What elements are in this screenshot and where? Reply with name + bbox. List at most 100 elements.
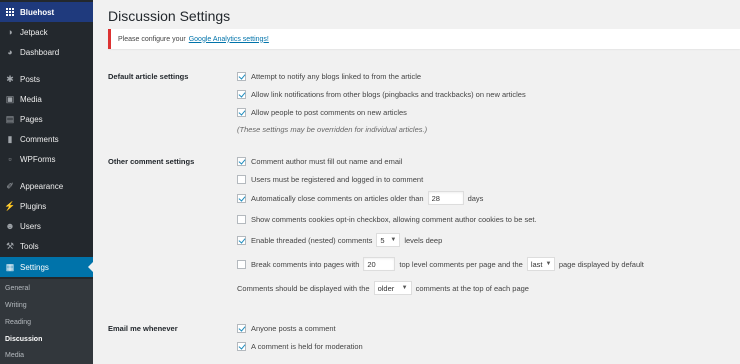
pin-icon: ✱ bbox=[6, 74, 14, 84]
submenu-item-media[interactable]: Media bbox=[5, 352, 24, 359]
registered-option[interactable]: Users must be registered and logged in t… bbox=[237, 173, 423, 185]
submenu-item-writing[interactable]: Writing bbox=[5, 302, 27, 309]
option-label: Attempt to notify any blogs linked to fr… bbox=[251, 71, 422, 81]
option-label: Enable threaded (nested) comments bbox=[251, 235, 373, 245]
held-moderation-option[interactable]: A comment is held for moderation bbox=[237, 340, 363, 352]
option-label: Comments should be displayed with the bbox=[237, 283, 370, 293]
other-comment-settings-label: Other comment settings bbox=[108, 157, 195, 166]
jetpack-icon: ◑ bbox=[7, 27, 13, 37]
chevron-down-icon: ▼ bbox=[545, 261, 552, 267]
held-moderation-checkbox[interactable] bbox=[237, 341, 246, 351]
sidebar-item-label: WPForms bbox=[20, 154, 56, 164]
author-info-checkbox[interactable] bbox=[237, 156, 246, 166]
option-label: Anyone posts a comment bbox=[251, 323, 336, 333]
option-label: page displayed by default bbox=[558, 259, 644, 269]
dashboard-icon: ◕ bbox=[7, 47, 13, 57]
notify-blogs-option[interactable]: Attempt to notify any blogs linked to fr… bbox=[237, 70, 421, 82]
thread-depth-select[interactable]: 5 ▼ bbox=[376, 233, 401, 247]
option-label: Show comments cookies opt-in checkbox, a… bbox=[251, 214, 537, 224]
pages-icon: ▤ bbox=[5, 114, 15, 124]
sidebar-item-label: Media bbox=[20, 94, 42, 104]
submenu-item-general[interactable]: General bbox=[5, 285, 30, 292]
auto-close-option[interactable]: Automatically close comments on articles… bbox=[237, 191, 484, 205]
settings-submenu: General Writing Reading Discussion Media bbox=[0, 279, 93, 364]
select-value: 5 bbox=[380, 235, 385, 245]
admin-sidebar: Bluehost ◑ Jetpack ◕ Dashboard ✱ Posts ▣… bbox=[0, 0, 93, 364]
pingbacks-checkbox[interactable] bbox=[237, 89, 246, 99]
media-icon: ▣ bbox=[5, 94, 15, 104]
default-page-select[interactable]: last ▼ bbox=[526, 257, 555, 271]
option-label: top level comments per page and the bbox=[399, 259, 523, 269]
chevron-down-icon: ▼ bbox=[390, 237, 397, 243]
sidebar-item-label: Settings bbox=[20, 262, 49, 272]
paged-checkbox[interactable] bbox=[237, 259, 246, 269]
users-icon: ☻ bbox=[5, 221, 15, 231]
sidebar-item-pages[interactable]: ▤ Pages bbox=[0, 109, 93, 129]
sidebar-item-label: Posts bbox=[20, 74, 41, 84]
sidebar-item-label: Users bbox=[20, 221, 41, 231]
sidebar-item-media[interactable]: ▣ Media bbox=[0, 89, 93, 109]
notify-blogs-checkbox[interactable] bbox=[237, 71, 246, 81]
author-info-option[interactable]: Comment author must fill out name and em… bbox=[237, 155, 402, 167]
sidebar-item-label: Comments bbox=[20, 134, 59, 144]
threaded-checkbox[interactable] bbox=[237, 235, 246, 245]
sidebar-item-label: Appearance bbox=[20, 181, 64, 191]
sidebar-item-jetpack[interactable]: ◑ Jetpack bbox=[0, 22, 93, 42]
comments-icon: ▮ bbox=[7, 134, 13, 144]
comments-per-page-input[interactable]: 20 bbox=[363, 257, 396, 271]
sidebar-item-label: Jetpack bbox=[20, 27, 48, 37]
sidebar-item-posts[interactable]: ✱ Posts bbox=[0, 69, 93, 89]
submenu-item-discussion[interactable]: Discussion bbox=[5, 336, 42, 343]
analytics-settings-link[interactable]: Google Analytics settings! bbox=[189, 36, 269, 43]
select-value: older bbox=[377, 283, 395, 293]
registered-checkbox[interactable] bbox=[237, 174, 246, 184]
option-label: Comment author must fill out name and em… bbox=[251, 156, 403, 166]
sidebar-item-label: Tools bbox=[20, 241, 39, 251]
allow-comments-checkbox[interactable] bbox=[237, 107, 246, 117]
option-label: A comment is held for moderation bbox=[251, 341, 363, 351]
option-label: comments at the top of each page bbox=[415, 283, 529, 293]
comment-order-select[interactable]: older ▼ bbox=[373, 281, 412, 295]
close-days-input[interactable]: 28 bbox=[427, 191, 464, 205]
cookies-option[interactable]: Show comments cookies opt-in checkbox, a… bbox=[237, 213, 537, 225]
allow-comments-option[interactable]: Allow people to post comments on new art… bbox=[237, 106, 407, 118]
sidebar-item-settings[interactable]: ▦ Settings bbox=[0, 257, 93, 277]
sidebar-item-label: Bluehost bbox=[20, 7, 55, 17]
sidebar-item-comments[interactable]: ▮ Comments bbox=[0, 129, 93, 149]
plugin-icon: ⚡ bbox=[4, 201, 16, 211]
analytics-notice: Please configure your Google Analytics s… bbox=[108, 29, 740, 49]
override-note: (These settings may be overridden for in… bbox=[237, 125, 428, 134]
wpforms-icon: ▫ bbox=[8, 154, 12, 164]
settings-icon: ▦ bbox=[5, 262, 15, 272]
option-label: Automatically close comments on articles… bbox=[251, 193, 424, 203]
sidebar-item-dashboard[interactable]: ◕ Dashboard bbox=[0, 42, 93, 62]
sidebar-item-label: Pages bbox=[20, 114, 43, 124]
cookies-checkbox[interactable] bbox=[237, 214, 246, 224]
submenu-item-reading[interactable]: Reading bbox=[5, 319, 31, 326]
pingbacks-option[interactable]: Allow link notifications from other blog… bbox=[237, 88, 526, 100]
sidebar-item-appearance[interactable]: ✐ Appearance bbox=[0, 176, 93, 196]
anyone-posts-checkbox[interactable] bbox=[237, 323, 246, 333]
paged-option[interactable]: Break comments into pages with 20 top le… bbox=[237, 257, 644, 271]
option-label: days bbox=[467, 193, 484, 203]
default-article-settings-label: Default article settings bbox=[108, 72, 189, 81]
page-title: Discussion Settings bbox=[108, 8, 231, 24]
sidebar-item-users[interactable]: ☻ Users bbox=[0, 216, 93, 236]
sidebar-item-label: Plugins bbox=[20, 201, 47, 211]
sidebar-item-wpforms[interactable]: ▫ WPForms bbox=[0, 149, 93, 169]
sidebar-item-label: Dashboard bbox=[20, 47, 60, 57]
auto-close-checkbox[interactable] bbox=[237, 193, 246, 203]
option-label: Break comments into pages with bbox=[251, 259, 360, 269]
sidebar-item-bluehost[interactable]: Bluehost bbox=[0, 2, 93, 22]
email-me-label: Email me whenever bbox=[108, 324, 178, 333]
chevron-down-icon: ▼ bbox=[401, 285, 408, 291]
option-label: levels deep bbox=[404, 235, 443, 245]
select-value: last bbox=[530, 259, 543, 269]
option-label: Allow link notifications from other blog… bbox=[251, 89, 526, 99]
sidebar-item-tools[interactable]: ⚒ Tools bbox=[0, 236, 93, 256]
anyone-posts-option[interactable]: Anyone posts a comment bbox=[237, 322, 336, 334]
threaded-option[interactable]: Enable threaded (nested) comments 5 ▼ le… bbox=[237, 233, 443, 247]
wrench-icon: ⚒ bbox=[5, 241, 15, 251]
sidebar-item-plugins[interactable]: ⚡ Plugins bbox=[0, 196, 93, 216]
brush-icon: ✐ bbox=[6, 181, 14, 191]
